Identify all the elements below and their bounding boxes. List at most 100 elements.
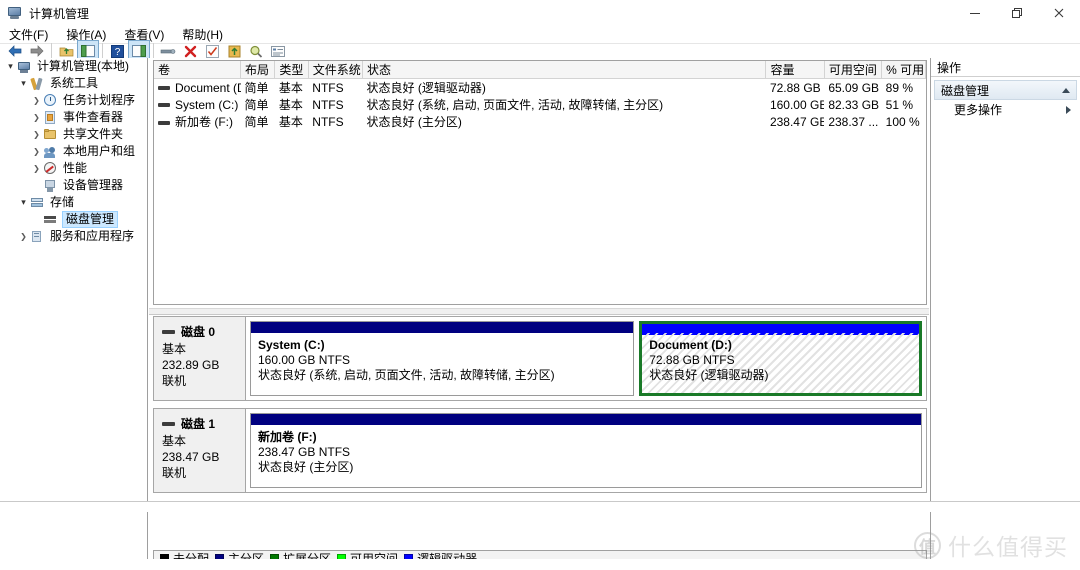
chevron-right-icon[interactable] xyxy=(30,109,43,126)
disk-info-1[interactable]: 磁盘 1 基本 238.47 GB 联机 xyxy=(154,409,246,492)
partition-0-0[interactable]: System (C:) 160.00 GB NTFS 状态良好 (系统, 启动, 页… xyxy=(250,321,635,396)
partition-name: 新加卷 (F:) xyxy=(258,430,317,444)
partition-status: 状态良好 (系统, 启动, 页面文件, 活动, 故障转储, 主分区) xyxy=(258,368,555,382)
status-cell: 状态良好 (主分区) xyxy=(366,115,462,129)
legend-label: 可用空间 xyxy=(350,552,399,559)
tree-item-7[interactable]: 设备管理器 xyxy=(0,177,147,194)
disk-type: 基本 xyxy=(162,434,187,448)
tree-item-2[interactable]: 任务计划程序 xyxy=(0,92,147,109)
tree-item-5[interactable]: 本地用户和组 xyxy=(0,143,147,160)
partition-1-0[interactable]: 新加卷 (F:) 238.47 GB NTFS 状态良好 (主分区) xyxy=(250,413,922,488)
chevron-up-icon[interactable] xyxy=(1062,87,1070,93)
disk-name: 磁盘 0 xyxy=(181,325,216,339)
chevron-right-icon[interactable] xyxy=(30,92,43,109)
system-tools-icon xyxy=(30,77,46,91)
chevron-down-icon[interactable] xyxy=(4,58,17,75)
actions-header: 操作 xyxy=(931,58,1080,77)
partition-0-1[interactable]: Document (D:) 72.88 GB NTFS 状态良好 (逻辑驱动器) xyxy=(639,321,922,396)
layout-cell: 简单 xyxy=(244,81,269,95)
column-header-volume[interactable]: 卷 xyxy=(154,61,242,79)
partition-name: System (C:) xyxy=(258,338,325,352)
column-header-type[interactable]: 类型 xyxy=(274,61,309,79)
volume-icon xyxy=(158,86,170,91)
legend-label: 逻辑驱动器 xyxy=(417,552,478,559)
column-header-filesystem[interactable]: 文件系统 xyxy=(308,61,363,79)
tree-item-label: 服务和应用程序 xyxy=(50,229,135,243)
type-cell: 基本 xyxy=(278,98,303,112)
disk-management-icon xyxy=(43,213,59,227)
partition-name: Document (D:) xyxy=(649,338,732,352)
toolbar-separator-3 xyxy=(153,43,154,59)
legend-label: 未分配 xyxy=(173,552,210,559)
tree-item-6[interactable]: 性能 xyxy=(0,160,147,177)
disk-info-0[interactable]: 磁盘 0 基本 232.89 GB 联机 xyxy=(154,317,246,400)
disk-title: 磁盘 1 xyxy=(162,416,245,432)
toolbar-separator-2 xyxy=(102,43,103,59)
tree-item-9[interactable]: 磁盘管理 xyxy=(0,211,147,228)
disk-row-1[interactable]: 磁盘 1 基本 238.47 GB 联机 新加卷 (F:) 238.47 GB NTFS 状… xyxy=(153,408,927,493)
disk-size: 232.89 GB xyxy=(162,358,220,372)
performance-icon xyxy=(43,161,59,176)
percent-cell: 100 % xyxy=(885,114,920,129)
legend-swatch xyxy=(404,554,414,559)
volume-name: 新加卷 (F:) xyxy=(175,115,233,129)
actions-group-label: 磁盘管理 xyxy=(941,83,990,98)
disk-management-pane: 卷 布局 类型 文件系统 状态 容量 可用空间 % 可用 Document (D… xyxy=(149,58,929,559)
disk-type: 基本 xyxy=(162,342,187,356)
partition-status: 状态良好 (主分区) xyxy=(258,460,354,474)
tree-item-label: 事件查看器 xyxy=(63,110,124,124)
partition-size: 238.47 GB NTFS xyxy=(258,445,351,459)
column-header-capacity[interactable]: 容量 xyxy=(765,61,825,79)
services-icon xyxy=(30,230,46,244)
column-header-percent-free[interactable]: % 可用 xyxy=(881,61,926,79)
column-header-free-space[interactable]: 可用空间 xyxy=(824,61,883,79)
column-header-status[interactable]: 状态 xyxy=(362,61,767,79)
tree-item-label: 磁盘管理 xyxy=(62,211,119,228)
close-button[interactable] xyxy=(1038,0,1080,26)
pane-splitter[interactable] xyxy=(149,308,929,315)
legend-label: 主分区 xyxy=(228,552,265,559)
table-row[interactable]: System (C:) 简单 基本 NTFS 状态良好 (系统, 启动, 页面文件, 活… xyxy=(154,96,926,113)
tree-item-0[interactable]: 计算机管理(本地) xyxy=(0,58,147,75)
svg-text:?: ? xyxy=(114,47,120,58)
action-more-actions-label: 更多操作 xyxy=(954,103,1003,117)
disk-icon xyxy=(162,422,175,426)
tree-item-10[interactable]: 服务和应用程序 xyxy=(0,228,147,245)
tree-item-4[interactable]: 共享文件夹 xyxy=(0,126,147,143)
volume-list[interactable]: 卷 布局 类型 文件系统 状态 容量 可用空间 % 可用 Document (D… xyxy=(153,60,927,305)
chevron-right-icon[interactable] xyxy=(17,228,30,245)
disk-icon xyxy=(162,330,175,334)
disk-row-0[interactable]: 磁盘 0 基本 232.89 GB 联机 System (C:) 160.00 GB NT… xyxy=(153,316,927,401)
actions-group-disk-management[interactable]: 磁盘管理 xyxy=(934,80,1077,100)
chevron-right-icon[interactable] xyxy=(30,160,43,177)
table-row[interactable]: Document (D:)简单基本 NTFS 状态良好 (逻辑驱动器) 72.88 G… xyxy=(154,79,926,97)
volume-list-header: 卷 布局 类型 文件系统 状态 容量 可用空间 % 可用 xyxy=(154,61,926,79)
legend-label: 扩展分区 xyxy=(283,552,332,559)
console-tree-pane[interactable]: 计算机管理(本地) 系统工具任务计划程序事件查看器共享文件夹本地用户和组性能设备管… xyxy=(0,58,148,559)
minimize-button[interactable] xyxy=(954,0,996,26)
percent-cell: 89 % xyxy=(885,80,914,95)
volume-icon xyxy=(158,120,170,125)
volume-cell: Document (D:) xyxy=(154,79,241,97)
disk-title: 磁盘 0 xyxy=(162,324,245,340)
disk-partitions-1: 新加卷 (F:) 238.47 GB NTFS 状态良好 (主分区) xyxy=(246,409,926,492)
tree-item-label: 存储 xyxy=(50,195,75,209)
device-manager-icon xyxy=(43,179,59,193)
table-row[interactable]: 新加卷 (F:) 简单 基本 NTFS 状态良好 (主分区) 238.47 GB 238.3… xyxy=(154,113,926,130)
tree-item-3[interactable]: 事件查看器 xyxy=(0,109,147,126)
chevron-down-icon[interactable] xyxy=(17,75,30,92)
legend-item-3: 可用空间 xyxy=(337,550,398,559)
chevron-right-icon[interactable] xyxy=(1066,105,1071,114)
capacity-cell: 72.88 GB xyxy=(769,80,821,95)
disk-size: 238.47 GB xyxy=(162,450,220,464)
tree-item-1[interactable]: 系统工具 xyxy=(0,75,147,92)
chevron-right-icon[interactable] xyxy=(30,126,43,143)
legend-swatch xyxy=(215,554,225,559)
chevron-down-icon[interactable] xyxy=(17,194,30,211)
maximize-restore-button[interactable] xyxy=(996,0,1038,26)
tree-item-8[interactable]: 存储 xyxy=(0,194,147,211)
action-more-actions[interactable]: 更多操作 xyxy=(934,100,1077,119)
layout-cell: 简单 xyxy=(244,115,269,129)
chevron-right-icon[interactable] xyxy=(30,143,43,160)
column-header-layout[interactable]: 布局 xyxy=(240,61,276,79)
